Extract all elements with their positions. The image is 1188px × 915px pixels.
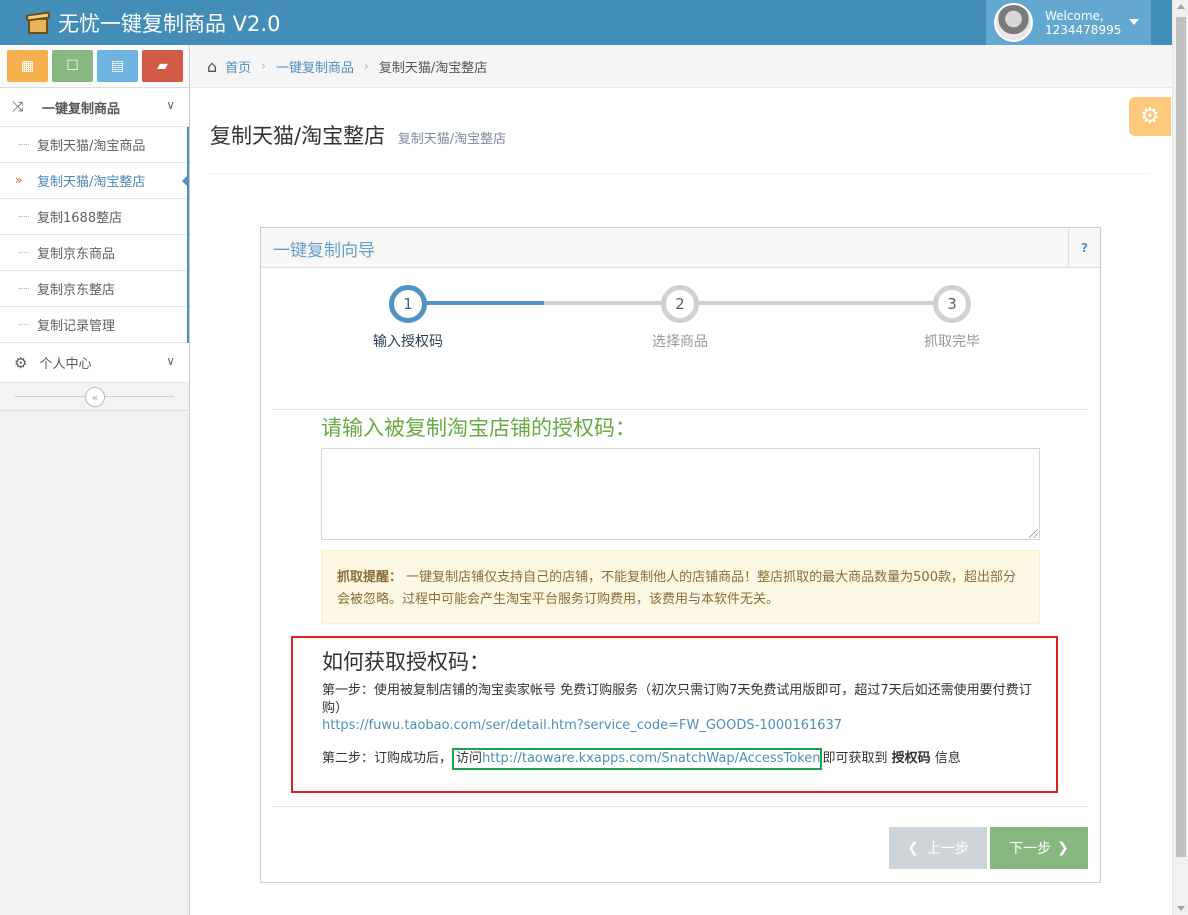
access-token-link[interactable]: http://taoware.kxapps.com/SnatchWap/Acce…	[482, 751, 820, 766]
next-label: 下一步	[1009, 841, 1052, 857]
howto-step1: 第一步：使用被复制店铺的淘宝卖家帐号 免费订购服务（初次只需订购7天免费试用版即…	[322, 683, 1032, 716]
access-token-highlight: 访问http://taoware.kxapps.com/SnatchWap/Ac…	[452, 748, 823, 770]
step-3-label: 抓取完毕	[924, 334, 980, 350]
nav-group-copy[interactable]: ⤨ 一键复制商品 ∨	[0, 88, 189, 127]
chevron-right-icon: ›	[364, 59, 369, 73]
nav-group-label: 个人中心	[39, 357, 92, 372]
wizard-steps: 1 2 3 输入授权码 选择商品 抓取完毕	[261, 268, 1100, 410]
sidebar-item-label: 复制记录管理	[37, 319, 116, 334]
sidebar-item-label: 复制天猫/淘宝整店	[37, 175, 146, 190]
collapse-sidebar-button[interactable]: «	[85, 387, 105, 407]
howto-box: 如何获取授权码： 第一步：使用被复制店铺的淘宝卖家帐号 免费订购服务（初次只需订…	[291, 636, 1058, 793]
shuffle-icon: ⤨	[12, 99, 24, 115]
wizard-header: 一键复制向导 ?	[261, 228, 1100, 268]
shortcut-grid-button[interactable]: ▤	[97, 50, 138, 82]
chevron-right-icon: ❯	[1057, 840, 1069, 856]
grid-icon: ▤	[110, 58, 125, 74]
page-title: 复制天猫/淘宝整店 复制天猫/淘宝整店	[210, 120, 1150, 150]
scroll-up-icon[interactable]	[1177, 4, 1185, 9]
step-1-circle: 1	[389, 285, 427, 323]
page-subtitle: 复制天猫/淘宝整店	[397, 132, 507, 147]
caret-down-icon	[1129, 19, 1139, 25]
chevron-left-icon: ❮	[907, 840, 919, 856]
step-2-label: 选择商品	[652, 334, 708, 350]
user-menu[interactable]: Welcome, 1234478995	[986, 0, 1151, 45]
sidebar-item-copy-product[interactable]: 复制天猫/淘宝商品	[0, 127, 187, 163]
welcome-text: Welcome,	[1045, 8, 1104, 23]
sidebar-item-copy-jd-product[interactable]: 复制京东商品	[0, 235, 187, 271]
shortcut-book-button[interactable]: ▰	[142, 50, 183, 82]
double-chevron-right-icon: »	[15, 173, 23, 187]
shortcut-square-button[interactable]: ☐	[52, 50, 93, 82]
service-link[interactable]: https://fuwu.taobao.com/ser/detail.htm?s…	[322, 718, 842, 733]
howto-title: 如何获取授权码：	[322, 650, 490, 674]
resize-handle[interactable]	[1029, 529, 1038, 538]
step-3-circle: 3	[933, 285, 971, 323]
step2-suffix: 信息	[930, 751, 961, 766]
book-icon: ▰	[157, 58, 168, 74]
sidebar-item-copy-1688[interactable]: 复制1688整店	[0, 199, 187, 235]
sidebar-item-label: 复制天猫/淘宝商品	[37, 139, 146, 154]
navbar: 无忧一键复制商品 V2.0 Welcome, 1234478995	[0, 0, 1172, 45]
step-1-label: 输入授权码	[373, 334, 443, 350]
next-step-button[interactable]: 下一步 ❯	[990, 827, 1088, 869]
home-icon: ⌂	[207, 56, 218, 76]
scroll-down-icon[interactable]	[1177, 906, 1185, 911]
warning-alert: 抓取提醒： 一键复制店铺仅支持自己的店铺，不能复制他人的店铺商品！整店抓取的最大…	[321, 550, 1040, 624]
page-header: 复制天猫/淘宝整店 复制天猫/淘宝整店	[210, 120, 1150, 174]
step-2-circle: 2	[661, 285, 699, 323]
nav-group-personal[interactable]: ⚙ 个人中心 ∨	[0, 343, 189, 383]
app-title: 无忧一键复制商品 V2.0	[58, 12, 281, 36]
auth-code-prompt: 请输入被复制淘宝店铺的授权码：	[321, 416, 636, 440]
alert-text: 一键复制店铺仅支持自己的店铺，不能复制他人的店铺商品！整店抓取的最大商品数量为5…	[337, 570, 1016, 607]
howto-step2: 第二步：订购成功后， 访问http://taoware.kxapps.com/Sn…	[322, 747, 961, 770]
calendar-icon: ▦	[20, 58, 35, 74]
double-chevron-left-icon: «	[91, 390, 99, 404]
alert-title: 抓取提醒：	[337, 570, 403, 585]
sidebar-item-copy-records[interactable]: 复制记录管理	[0, 307, 187, 343]
sidebar-item-label: 复制1688整店	[37, 211, 123, 226]
step2-mid: 即可获取到	[822, 751, 892, 766]
footer-divider	[272, 806, 1088, 807]
username: 1234478995	[1045, 22, 1122, 37]
auth-code-textarea[interactable]	[321, 448, 1040, 540]
step-remaining-line	[544, 301, 952, 305]
nav-group-label: 一键复制商品	[42, 101, 121, 117]
prev-step-button[interactable]: ❮ 上一步	[889, 827, 987, 869]
sub-menu: 复制天猫/淘宝商品 » 复制天猫/淘宝整店 复制1688整店 复制京东商品 复制…	[0, 127, 189, 343]
sidebar-item-copy-shop[interactable]: » 复制天猫/淘宝整店	[0, 163, 189, 199]
gear-icon: ⚙	[14, 353, 28, 372]
step-progress-line	[408, 301, 544, 305]
sidebar-item-copy-jd-shop[interactable]: 复制京东整店	[0, 271, 187, 307]
breadcrumb-current: 复制天猫/淘宝整店	[378, 60, 488, 76]
breadcrumb-section-link[interactable]: 一键复制商品	[276, 57, 354, 76]
breadcrumb-home-link[interactable]: 首页	[225, 57, 251, 76]
active-marker	[182, 174, 189, 188]
steps-divider	[273, 409, 1088, 410]
prev-label: 上一步	[926, 841, 969, 857]
scroll-thumb[interactable]	[1176, 17, 1186, 857]
brand[interactable]: 无忧一键复制商品 V2.0	[25, 8, 281, 38]
step2-visit: 访问	[456, 751, 483, 766]
avatar	[994, 3, 1033, 42]
user-info: Welcome, 1234478995	[1045, 9, 1121, 37]
sidebar: ▦ ☐ ▤ ▰ ⤨ 一键复制商品 ∨ 复制天猫/淘宝商品 » 复制天猫/淘宝整店…	[0, 45, 190, 915]
help-button[interactable]: ?	[1068, 228, 1100, 268]
step2-prefix: 第二步：订购成功后，	[322, 751, 453, 766]
breadcrumb: ⌂ 首页 › 一键复制商品 › 复制天猫/淘宝整店	[191, 45, 1172, 88]
page-title-text: 复制天猫/淘宝整店	[210, 124, 386, 148]
step2-bold: 授权码	[891, 751, 931, 766]
shortcuts: ▦ ☐ ▤ ▰	[0, 45, 189, 88]
chevron-down-icon: ∨	[166, 354, 175, 368]
chevron-right-icon: ›	[261, 59, 266, 73]
sidebar-item-label: 复制京东整店	[37, 283, 116, 298]
box-logo-icon	[25, 10, 52, 36]
sidebar-item-label: 复制京东商品	[37, 247, 116, 262]
square-icon: ☐	[66, 58, 79, 74]
chevron-down-icon: ∨	[166, 98, 175, 112]
shortcut-calendar-button[interactable]: ▦	[7, 50, 48, 82]
wizard-title: 一键复制向导	[273, 241, 375, 261]
sidebar-collapse: «	[0, 383, 189, 411]
page-scrollbar[interactable]	[1172, 0, 1188, 915]
